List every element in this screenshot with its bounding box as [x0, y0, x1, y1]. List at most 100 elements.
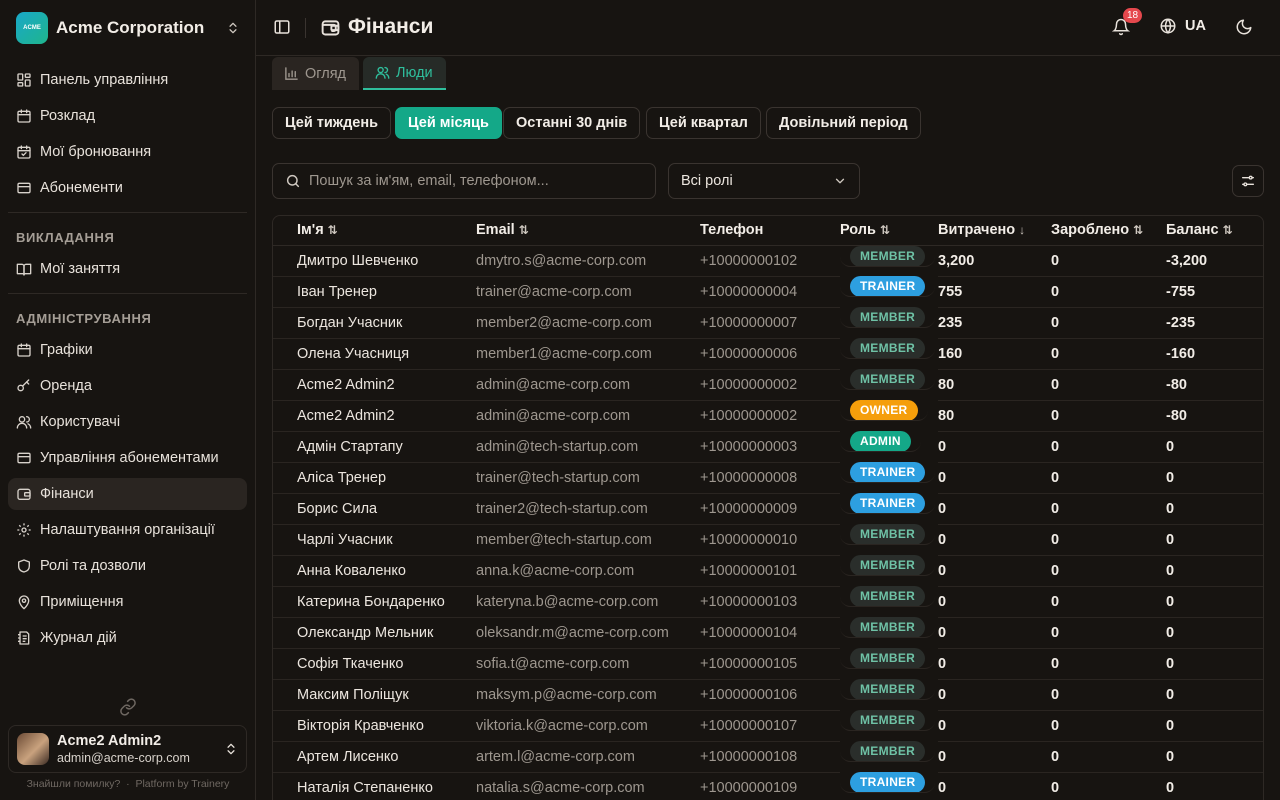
cell-spent: 235 [938, 307, 1051, 339]
sidebar-item-label: Ролі та дозволи [40, 558, 146, 574]
sidebar-item-label: Фінанси [40, 486, 94, 502]
report-bug-link[interactable]: Знайшли помилку? [27, 778, 121, 790]
table-row[interactable]: Вікторія Кравченко viktoria.k@acme-corp.c… [273, 710, 1263, 742]
sidebar-item-label: Мої бронювання [40, 144, 152, 160]
table-row[interactable]: Богдан Учасник member2@acme-corp.com +1000… [273, 307, 1263, 339]
cell-name: Олександр Мельник [273, 617, 476, 649]
sort-icon[interactable]: ⇅ [880, 223, 890, 237]
cell-email: viktoria.k@acme-corp.com [476, 710, 700, 742]
period-last-30-days[interactable]: Останні 30 днів [503, 107, 641, 139]
sidebar-item-2-admin[interactable]: Оренда [8, 370, 247, 402]
cell-earned: 0 [1051, 648, 1166, 680]
table-row[interactable]: Олександр Мельник oleksandr.m@acme-corp.c… [273, 617, 1263, 649]
sidebar-item-4-top[interactable]: Абонементи [8, 172, 247, 204]
cell-email: oleksandr.m@acme-corp.com [476, 617, 700, 649]
role-badge: TRAINER [850, 493, 926, 513]
cell-role: MEMBER [840, 617, 936, 638]
moon-icon[interactable] [1235, 18, 1255, 38]
table-row[interactable]: Анна Коваленко anna.k@acme-corp.com +10000… [273, 555, 1263, 587]
language-switcher[interactable]: UA [1159, 17, 1206, 35]
cell-email: member@tech-startup.com [476, 524, 700, 556]
sidebar-item-3-admin[interactable]: Користувачі [8, 406, 247, 438]
sidebar-item-6-admin[interactable]: Налаштування організації [8, 514, 247, 546]
sort-icon[interactable]: ⇅ [519, 223, 529, 237]
sort-icon[interactable]: ⇅ [1223, 223, 1233, 237]
cell-name: Чарлі Учасник [273, 524, 476, 556]
sidebar-item-2-top[interactable]: Розклад [8, 100, 247, 132]
cell-email: admin@acme-corp.com [476, 400, 700, 432]
sidebar-item-1-admin[interactable]: Графіки [8, 334, 247, 366]
sidebar-item-5-admin[interactable]: Фінанси [8, 478, 247, 510]
sidebar-item-4-admin[interactable]: Управління абонементами [8, 442, 247, 474]
sidebar-item-label: Абонементи [40, 180, 123, 196]
column-header-role[interactable]: Роль ⇅ [840, 216, 938, 246]
sidebar-item-label: Мої заняття [40, 261, 121, 277]
table-row[interactable]: Максим Поліщук maksym.p@acme-corp.com +100… [273, 679, 1263, 711]
sort-icon[interactable]: ⇅ [1133, 223, 1143, 237]
table-row[interactable]: Acme2 Admin2 admin@acme-corp.com +10000000… [273, 369, 1263, 401]
page-title: Фінанси [348, 15, 434, 38]
table-row[interactable]: Артем Лисенко artem.l@acme-corp.com +10000… [273, 741, 1263, 773]
cell-earned: 0 [1051, 400, 1166, 432]
column-header-email[interactable]: Email ⇅ [476, 216, 700, 246]
table-row[interactable]: Катерина Бондаренко kateryna.b@acme-corp.… [273, 586, 1263, 618]
column-header-name[interactable]: Ім'я ⇅ [273, 216, 476, 246]
cell-name: Адмін Стартапу [273, 431, 476, 463]
sidebar-item-8-admin[interactable]: Приміщення [8, 586, 247, 618]
sidebar-item-7-admin[interactable]: Ролі та дозволи [8, 550, 247, 582]
tab-people[interactable]: Люди [363, 57, 446, 90]
cell-balance: 0 [1166, 555, 1263, 587]
sidebar-item-3-top[interactable]: Мої бронювання [8, 136, 247, 168]
role-badge: ADMIN [850, 431, 911, 451]
table-row[interactable]: Софія Ткаченко sofia.t@acme-corp.com +1000… [273, 648, 1263, 680]
link-icon[interactable] [119, 698, 137, 716]
role-badge: MEMBER [850, 741, 926, 761]
period-this-month[interactable]: Цей місяць [395, 107, 502, 139]
column-header-spent[interactable]: Витрачено ↓ [938, 216, 1051, 246]
column-header-label: Телефон [700, 222, 764, 239]
table-row[interactable]: Олена Учасниця member1@acme-corp.com +1000… [273, 338, 1263, 370]
cell-name: Борис Сила [273, 493, 476, 525]
sidebar-item-9-admin[interactable]: Журнал дій [8, 622, 247, 654]
cell-role: MEMBER [840, 648, 936, 669]
cell-phone: +10000000102 [700, 245, 840, 277]
tab-label: Люди [396, 64, 433, 81]
cell-email: natalia.s@acme-corp.com [476, 772, 700, 800]
sort-icon[interactable]: ⇅ [328, 223, 338, 237]
cell-spent: 0 [938, 431, 1051, 463]
period-this-week[interactable]: Цей тиждень [272, 107, 392, 139]
table-row[interactable]: Іван Тренер trainer@acme-corp.com +1000000… [273, 276, 1263, 308]
table-row[interactable]: Наталія Степаненко natalia.s@acme-corp.co… [273, 772, 1263, 800]
calendar-icon [16, 108, 32, 124]
table-row[interactable]: Чарлі Учасник member@tech-startup.com +100… [273, 524, 1263, 556]
sidebar-item-1-teaching[interactable]: Мої заняття [8, 253, 247, 285]
table-row[interactable]: Адмін Стартапу admin@tech-startup.com +100… [273, 431, 1263, 463]
table-row[interactable]: Acme2 Admin2 admin@acme-corp.com +10000000… [273, 400, 1263, 432]
cell-phone: +10000000006 [700, 338, 840, 370]
cell-earned: 0 [1051, 307, 1166, 339]
sort-icon[interactable]: ↓ [1019, 223, 1025, 237]
cell-role: MEMBER [840, 245, 936, 267]
sidebar-toggle-icon[interactable] [273, 18, 293, 38]
cell-spent: 0 [938, 710, 1051, 742]
calendar-check-icon [16, 144, 32, 160]
cell-spent: 0 [938, 772, 1051, 800]
table-row[interactable]: Дмитро Шевченко dmytro.s@acme-corp.com +10… [273, 245, 1263, 277]
column-header-balance[interactable]: Баланс ⇅ [1166, 216, 1263, 246]
platform-link[interactable]: Platform by Trainery [135, 778, 229, 790]
sidebar-item-1-top[interactable]: Панель управління [8, 64, 247, 96]
log-icon [16, 630, 32, 646]
user-menu[interactable]: Acme2 Admin2 admin@acme-corp.com [8, 725, 247, 773]
org-switcher[interactable]: ACME Acme Corporation [8, 8, 248, 48]
column-settings-button[interactable] [1232, 165, 1264, 197]
role-filter-select[interactable]: Всі ролі [668, 163, 860, 199]
cell-balance: -3,200 [1166, 245, 1263, 277]
table-row[interactable]: Аліса Тренер trainer@tech-startup.com +100… [273, 462, 1263, 494]
search-input[interactable] [309, 173, 629, 189]
period-this-quarter[interactable]: Цей квартал [646, 107, 761, 139]
tab-overview[interactable]: Огляд [272, 57, 359, 90]
table-row[interactable]: Борис Сила trainer2@tech-startup.com +1000… [273, 493, 1263, 525]
column-header-label: Витрачено [938, 222, 1016, 239]
column-header-earned[interactable]: Зароблено ⇅ [1051, 216, 1166, 246]
period-custom[interactable]: Довільний період [766, 107, 921, 139]
